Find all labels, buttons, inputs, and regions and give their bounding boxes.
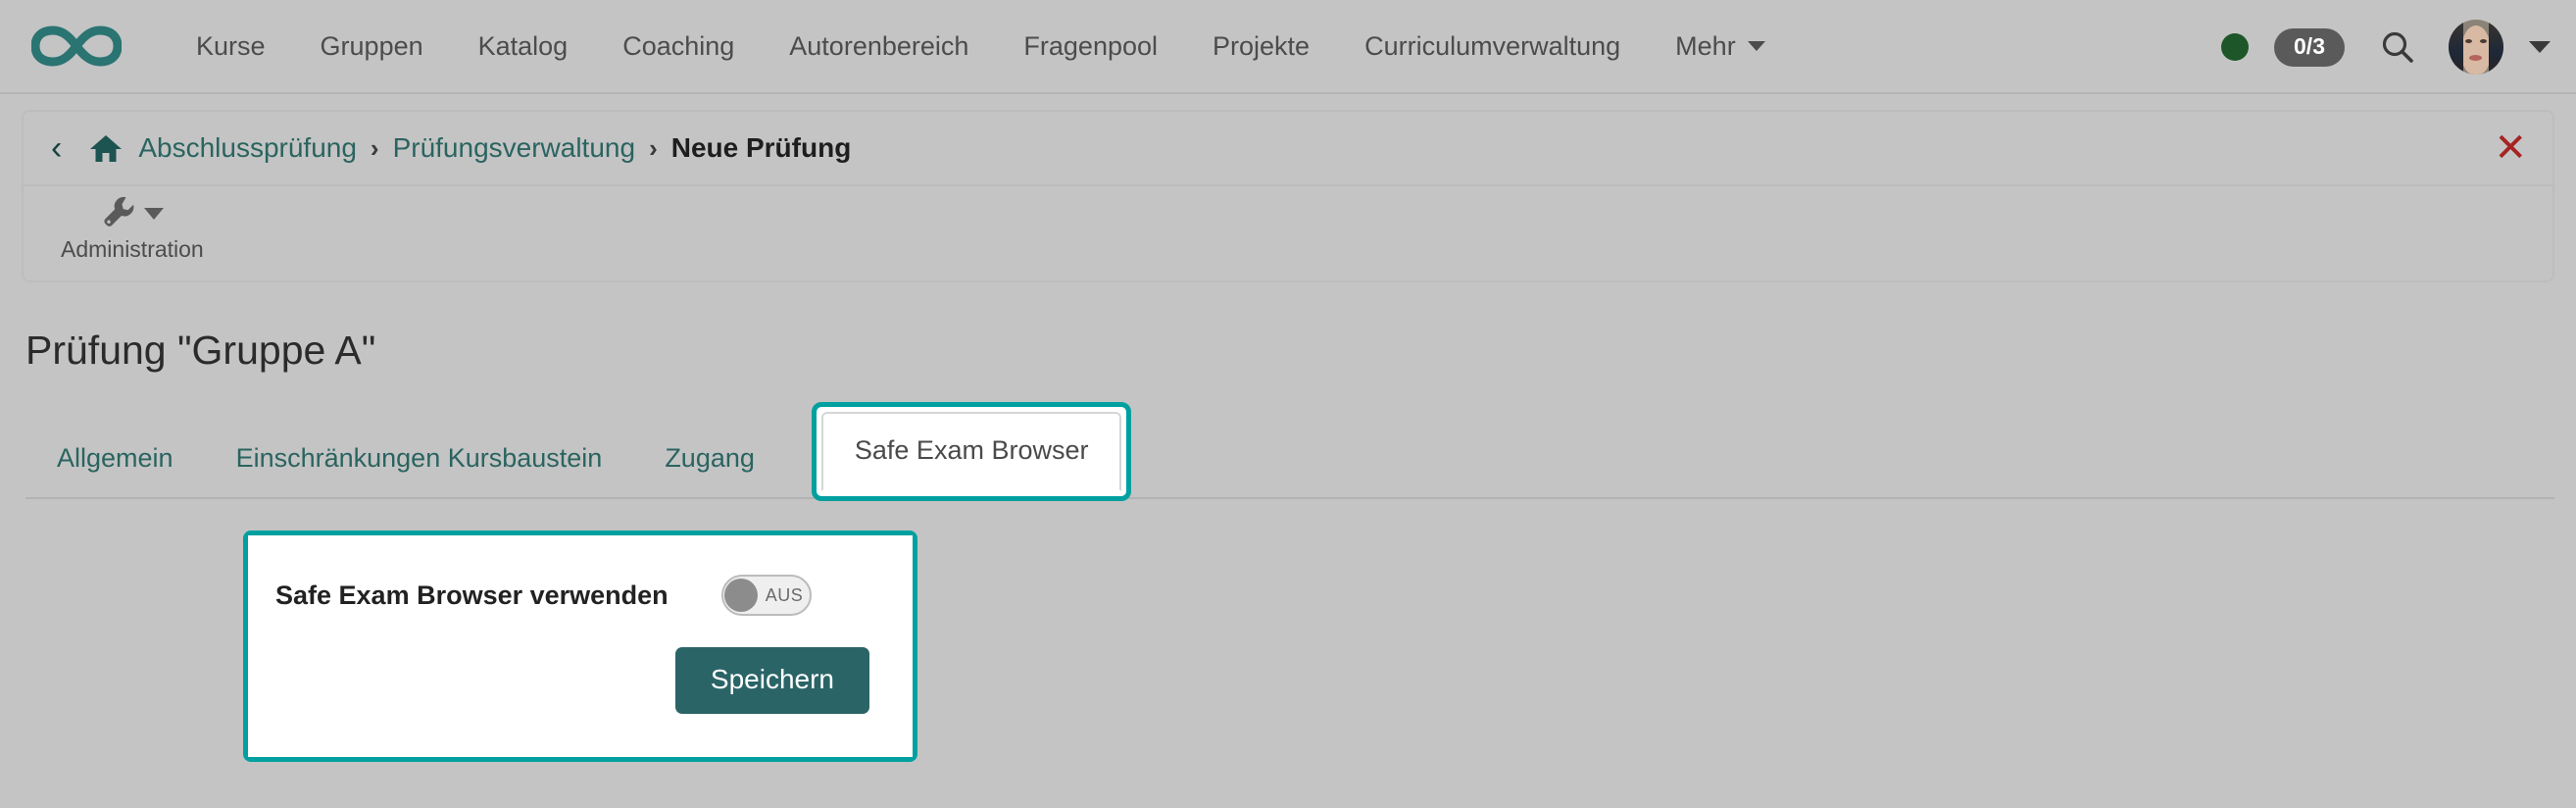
avatar-eye-left — [2465, 39, 2472, 43]
nav-item-coaching[interactable]: Coaching — [595, 0, 762, 93]
infinity-logo-icon — [31, 21, 122, 72]
breadcrumb-item-pruefungsverwaltung[interactable]: Prüfungsverwaltung — [393, 132, 635, 164]
nav-item-gruppen[interactable]: Gruppen — [293, 0, 451, 93]
main-content: Prüfung "Gruppe A" Allgemein Einschränku… — [0, 328, 2576, 762]
wrench-icon — [101, 194, 136, 234]
nav-item-curriculumverwaltung[interactable]: Curriculumverwaltung — [1337, 0, 1648, 93]
seb-panel-actions: Speichern — [275, 647, 869, 714]
toggle-knob — [723, 579, 758, 612]
chevron-down-icon — [1747, 41, 1765, 51]
close-icon[interactable]: ✕ — [2494, 128, 2527, 168]
main-nav: Kurse Gruppen Katalog Coaching Autorenbe… — [169, 0, 1793, 92]
tab-allgemein[interactable]: Allgemein — [25, 443, 205, 499]
avatar-face — [2461, 25, 2491, 75]
avatar[interactable] — [2449, 20, 2503, 75]
nav-item-autorenbereich[interactable]: Autorenbereich — [762, 0, 996, 93]
breadcrumb-panel: ‹ Abschlussprüfung › Prüfungsverwaltung … — [22, 110, 2554, 282]
user-menu-chevron-down-icon[interactable] — [2529, 41, 2551, 53]
nav-item-mehr-label: Mehr — [1675, 31, 1736, 61]
seb-use-label: Safe Exam Browser verwenden — [275, 580, 669, 610]
chevron-left-icon[interactable]: ‹ — [51, 131, 62, 165]
nav-item-katalog[interactable]: Katalog — [451, 0, 596, 93]
breadcrumb: ‹ Abschlussprüfung › Prüfungsverwaltung … — [24, 112, 2552, 186]
brand-logo-link[interactable] — [12, 21, 141, 72]
status-indicator-dot — [2221, 33, 2250, 61]
avatar-hair-right — [2489, 22, 2503, 75]
tab-safe-exam-browser-label: Safe Exam Browser — [820, 412, 1122, 491]
task-count-badge[interactable]: 0/3 — [2274, 27, 2345, 67]
seb-settings-panel: Safe Exam Browser verwenden AUS Speicher… — [248, 535, 913, 757]
toolbar-administration-icon-line — [101, 194, 164, 233]
context-toolbar: Administration — [24, 186, 2552, 280]
navbar-right-tools: 0/3 — [2221, 0, 2551, 94]
seb-use-toggle[interactable]: AUS — [720, 575, 812, 616]
avatar-hair-left — [2449, 22, 2463, 75]
page-title: Prüfung "Gruppe A" — [25, 328, 376, 373]
seb-settings-highlight-ring: Safe Exam Browser verwenden AUS Speicher… — [243, 530, 917, 762]
nav-item-mehr[interactable]: Mehr — [1648, 0, 1793, 93]
toggle-state-label: AUS — [765, 584, 804, 605]
tab-zugang[interactable]: Zugang — [633, 443, 786, 499]
avatar-eye-right — [2480, 39, 2487, 43]
tab-active-highlight-ring: Safe Exam Browser — [811, 402, 1132, 501]
search-icon[interactable] — [2380, 29, 2415, 65]
breadcrumb-separator: › — [649, 132, 658, 163]
nav-item-fragenpool[interactable]: Fragenpool — [996, 0, 1185, 93]
toolbar-item-administration-label: Administration — [61, 236, 204, 262]
chevron-down-icon — [143, 208, 164, 220]
top-navbar: Kurse Gruppen Katalog Coaching Autorenbe… — [0, 0, 2576, 94]
tab-safe-exam-browser[interactable]: Safe Exam Browser — [811, 402, 1132, 501]
nav-item-projekte[interactable]: Projekte — [1185, 0, 1337, 93]
tab-einschraenkungen-kursbaustein[interactable]: Einschränkungen Kursbaustein — [205, 443, 634, 499]
tab-bar: Allgemein Einschränkungen Kursbaustein Z… — [22, 402, 2554, 501]
breadcrumb-separator: › — [370, 132, 379, 163]
breadcrumb-item-neue-pruefung: Neue Prüfung — [670, 132, 852, 163]
breadcrumb-item-abschlusspruefung[interactable]: Abschlussprüfung — [138, 132, 357, 164]
home-icon[interactable] — [89, 133, 123, 163]
seb-toggle-row: Safe Exam Browser verwenden AUS — [275, 575, 869, 616]
save-button[interactable]: Speichern — [674, 647, 869, 714]
nav-item-kurse[interactable]: Kurse — [169, 0, 293, 93]
toolbar-item-administration[interactable]: Administration — [51, 194, 214, 263]
avatar-mouth — [2469, 55, 2482, 61]
